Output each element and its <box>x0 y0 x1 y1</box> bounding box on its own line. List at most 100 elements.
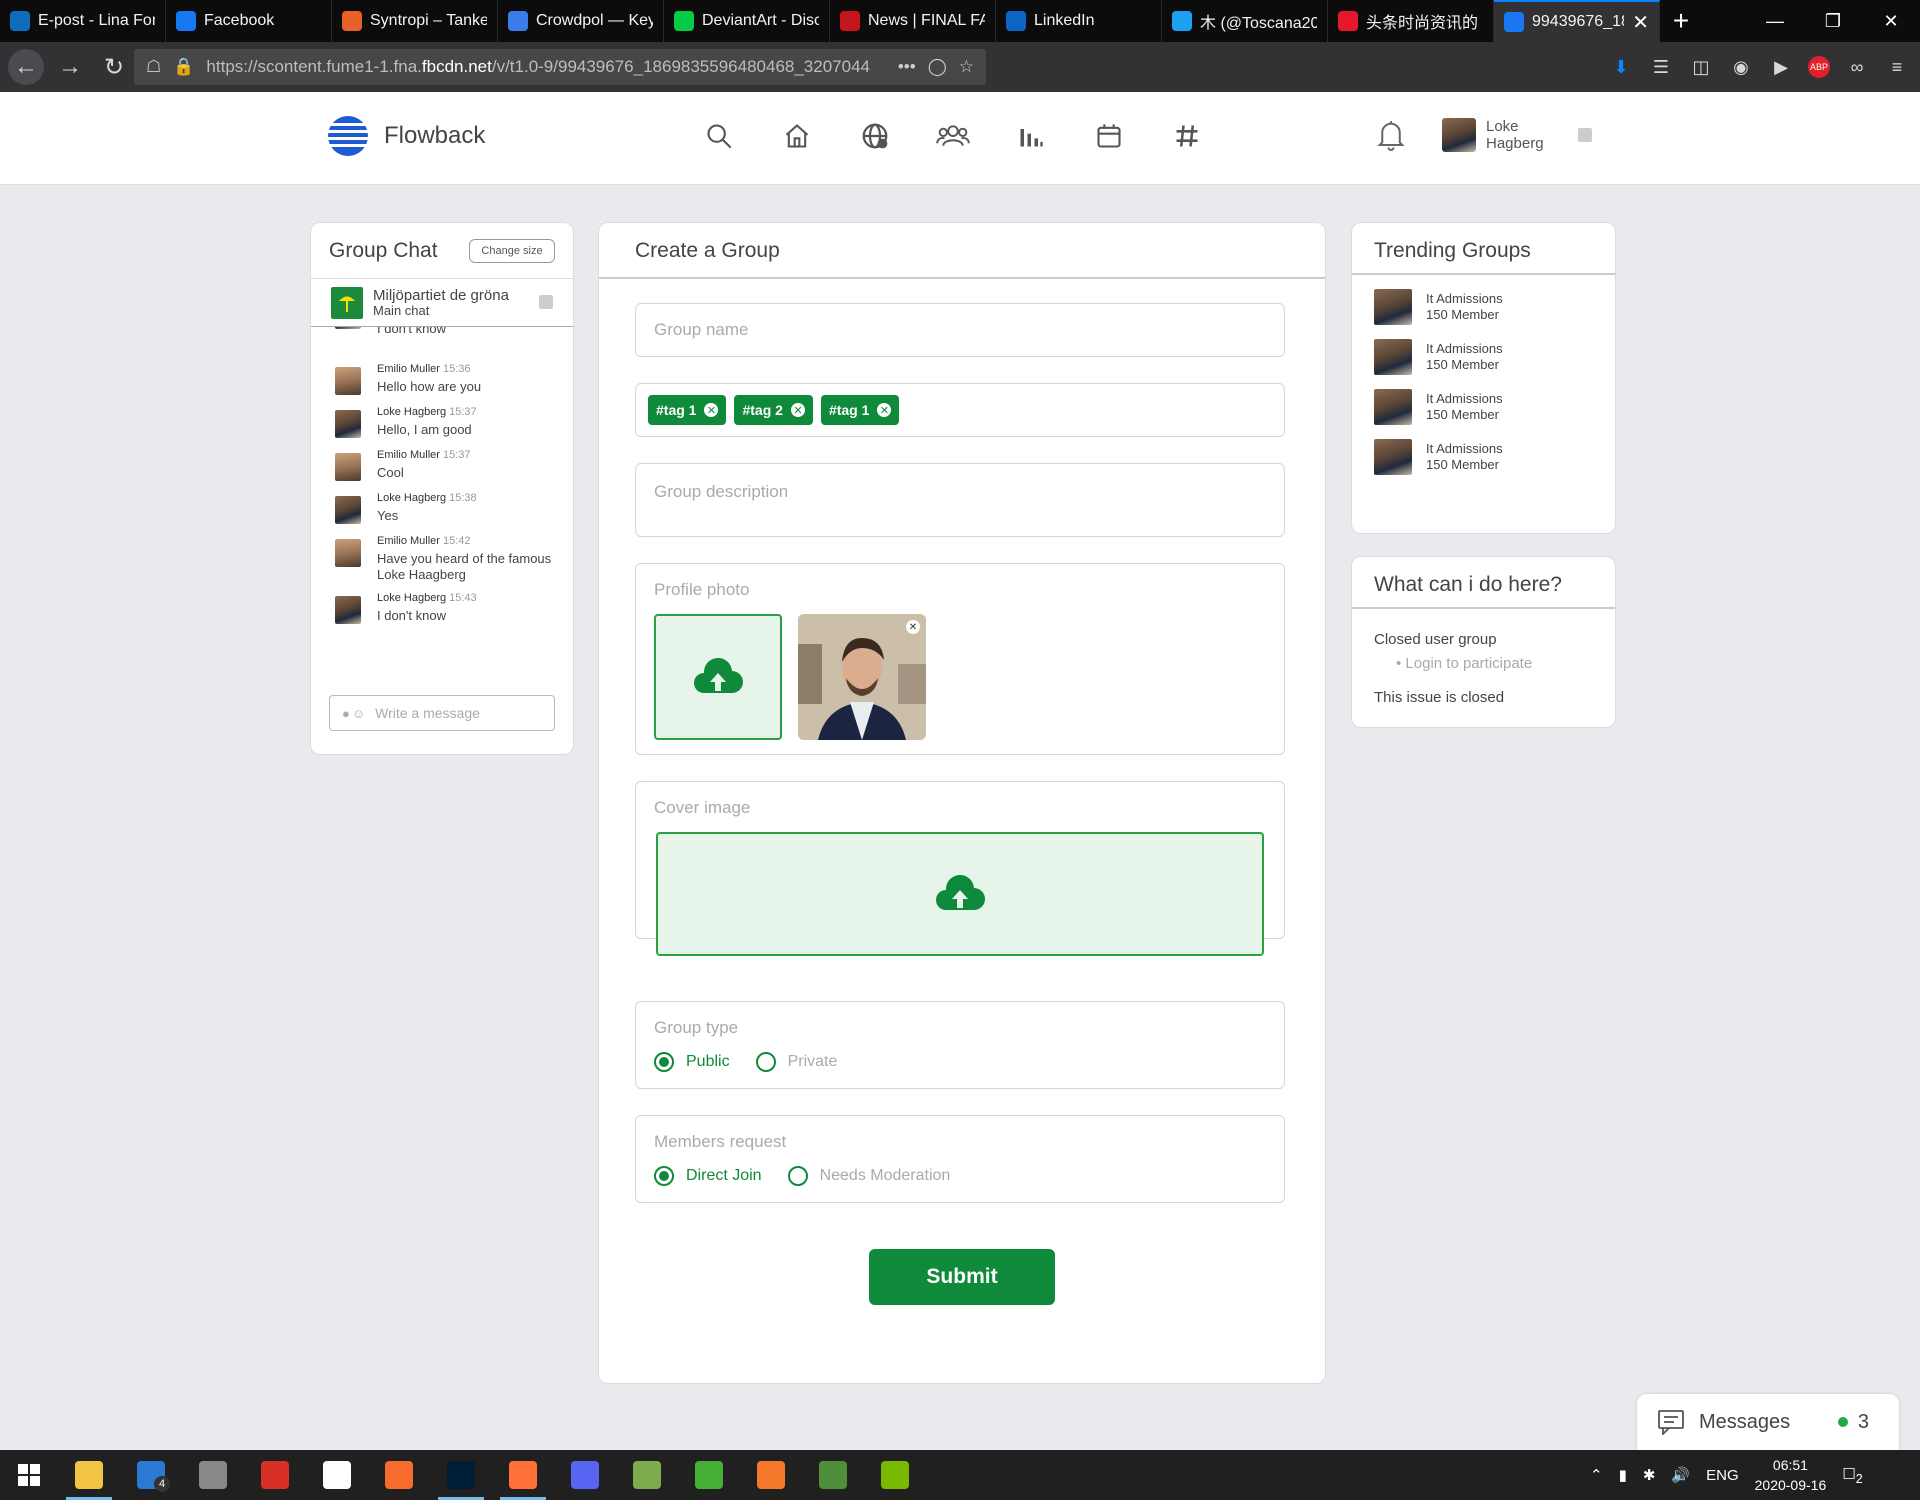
extension-icon[interactable]: ▶ <box>1768 50 1794 84</box>
search-icon[interactable] <box>700 118 738 154</box>
battery-icon[interactable]: ▮ <box>1619 1466 1627 1484</box>
group-type-label: Group type <box>654 1018 739 1037</box>
notification-bell-icon[interactable] <box>1376 118 1406 154</box>
trending-group-item[interactable]: It Admissions 150 Member <box>1374 389 1594 427</box>
browser-tab[interactable]: 99439676_186 ✕ <box>1494 0 1660 42</box>
browser-tab[interactable]: 木 (@Toscana204 <box>1162 0 1328 42</box>
account-icon[interactable]: ◉ <box>1728 50 1754 84</box>
needs-moderation-radio[interactable]: Needs Moderation <box>787 1166 950 1186</box>
clock[interactable]: 06:51 2020-09-16 <box>1755 1455 1827 1495</box>
group-name-input[interactable]: Group name <box>635 303 1285 357</box>
brand[interactable]: Flowback <box>318 114 485 158</box>
restore-icon[interactable]: ❐ <box>1804 0 1862 42</box>
remove-tag-icon[interactable]: ✕ <box>877 403 892 417</box>
menu-icon[interactable]: ≡ <box>1884 50 1910 84</box>
chrome-icon[interactable] <box>244 1450 306 1500</box>
calendar-icon[interactable] <box>1090 118 1128 154</box>
close-tab-icon[interactable]: ✕ <box>1632 10 1649 35</box>
browser-tab[interactable]: LinkedIn <box>996 0 1162 42</box>
trending-group-item[interactable]: It Admissions 150 Member <box>1374 339 1594 377</box>
remove-tag-icon[interactable]: ✕ <box>704 403 719 417</box>
user-profile[interactable]: Loke Hagberg <box>1442 118 1556 152</box>
trending-group-item[interactable]: It Admissions 150 Member <box>1374 439 1594 477</box>
new-tab-icon[interactable]: + <box>1660 0 1702 42</box>
trending-group-item[interactable]: It Admissions 150 Member <box>1374 289 1594 327</box>
download-icon[interactable]: ⬇ <box>1608 50 1634 84</box>
profile-photo-upload-button[interactable] <box>654 614 782 740</box>
close-window-icon[interactable]: ✕ <box>1862 0 1920 42</box>
back-icon[interactable]: ← <box>8 49 44 85</box>
blender-glyph <box>757 1461 785 1489</box>
nvidia-icon[interactable] <box>864 1450 926 1500</box>
deviantart-icon <box>674 11 694 31</box>
browser-tab-title: Crowdpol — Key <box>536 12 653 29</box>
browser-tab[interactable]: Crowdpol — Key <box>498 0 664 42</box>
chevron-down-icon[interactable] <box>539 295 553 309</box>
origin-icon[interactable] <box>368 1450 430 1500</box>
globe-icon[interactable] <box>856 118 894 154</box>
blender-icon[interactable] <box>740 1450 802 1500</box>
group-chat-header: Group Chat Change size <box>311 223 573 279</box>
hashtag-icon[interactable] <box>1168 118 1206 154</box>
windows-start-icon[interactable] <box>0 1450 58 1500</box>
cover-image-upload-button[interactable] <box>656 832 1264 956</box>
pocket-icon[interactable]: ◯ <box>928 57 947 77</box>
messages-button[interactable]: Messages 3 <box>1637 1394 1899 1450</box>
submit-button[interactable]: Submit <box>869 1249 1055 1305</box>
adblock-icon[interactable]: ABP <box>1808 56 1830 78</box>
group-type-public-radio[interactable]: Public <box>654 1052 730 1072</box>
tags-input[interactable]: #tag 1 ✕ #tag 2 ✕ #tag 1 ✕ <box>635 383 1285 437</box>
discord-icon[interactable] <box>554 1450 616 1500</box>
mail-icon[interactable]: 4 <box>120 1450 182 1500</box>
group-name: Miljöpartiet de gröna <box>373 287 509 304</box>
wifi-icon[interactable]: ✱ <box>1643 1466 1656 1484</box>
sidebar-icon[interactable]: ◫ <box>1688 50 1714 84</box>
more-actions-icon[interactable]: ••• <box>898 57 916 77</box>
remove-photo-icon[interactable]: ✕ <box>906 620 920 634</box>
browser-tab[interactable]: News | FINAL FAN <box>830 0 996 42</box>
forward-icon[interactable]: → <box>52 49 88 85</box>
notepad-icon[interactable] <box>306 1450 368 1500</box>
chevron-up-icon[interactable]: ⌃ <box>1590 1466 1603 1484</box>
direct-join-radio[interactable]: Direct Join <box>654 1166 762 1186</box>
home-icon[interactable] <box>778 118 816 154</box>
chat-messages[interactable]: I don't know Emilio Muller 15:36 Hello how… <box>311 327 573 682</box>
minimize-icon[interactable]: — <box>1746 0 1804 42</box>
attachment-emoji-icon[interactable]: ●☺ <box>342 706 367 721</box>
browser-tab[interactable]: DeviantArt - Disc <box>664 0 830 42</box>
bookmark-star-icon[interactable]: ☆ <box>959 57 974 77</box>
group-type-private-radio[interactable]: Private <box>755 1052 837 1072</box>
members-request-label: Members request <box>654 1132 787 1151</box>
minecraft-icon[interactable] <box>616 1450 678 1500</box>
change-size-button[interactable]: Change size <box>469 239 555 263</box>
browser-toolbar: ⬇ ☰ ◫ ◉ ▶ ABP ∞ ≡ <box>1608 50 1910 84</box>
remove-tag-icon[interactable]: ✕ <box>790 403 805 417</box>
bar-chart-icon[interactable] <box>1012 118 1050 154</box>
library-icon[interactable]: ☰ <box>1648 50 1674 84</box>
photoshop-icon[interactable] <box>430 1450 492 1500</box>
browser-tab[interactable]: E-post - Lina Fors <box>0 0 166 42</box>
group-description-input[interactable]: Group description <box>635 463 1285 537</box>
browser-tab[interactable]: 头条时尚资讯的 <box>1328 0 1494 42</box>
shield-icon[interactable]: ☖ <box>146 57 161 77</box>
photos-icon[interactable] <box>182 1450 244 1500</box>
login-to-participate-link[interactable]: • Login to participate <box>1396 655 1532 672</box>
browser-tab[interactable]: Syntropi – Tankes <box>332 0 498 42</box>
user-menu-dropdown-icon[interactable] <box>1578 128 1592 142</box>
aoe-icon[interactable] <box>802 1450 864 1500</box>
chat-message-input[interactable]: ●☺ Write a message <box>329 695 555 731</box>
sims-icon[interactable] <box>678 1450 740 1500</box>
file-explorer-icon[interactable] <box>58 1450 120 1500</box>
url-text[interactable]: https://scontent.fume1-1.fna.fbcdn.net/v… <box>206 57 885 77</box>
lock-icon[interactable]: 🔒 <box>173 57 194 77</box>
address-bar[interactable]: ☖ 🔒 https://scontent.fume1-1.fna.fbcdn.n… <box>134 49 986 85</box>
volume-icon[interactable]: 🔊 <box>1671 1466 1690 1484</box>
users-icon[interactable] <box>934 118 972 154</box>
chat-group-selector[interactable]: Miljöpartiet de gröna Main chat <box>311 279 573 327</box>
browser-tab[interactable]: Facebook <box>166 0 332 42</box>
firefox-icon[interactable] <box>492 1450 554 1500</box>
extension-glasses-icon[interactable]: ∞ <box>1844 50 1870 84</box>
notification-center-icon[interactable]: ☐2 <box>1842 1465 1862 1486</box>
reload-icon[interactable]: ↻ <box>96 49 132 85</box>
language-indicator[interactable]: ENG <box>1706 1467 1739 1484</box>
